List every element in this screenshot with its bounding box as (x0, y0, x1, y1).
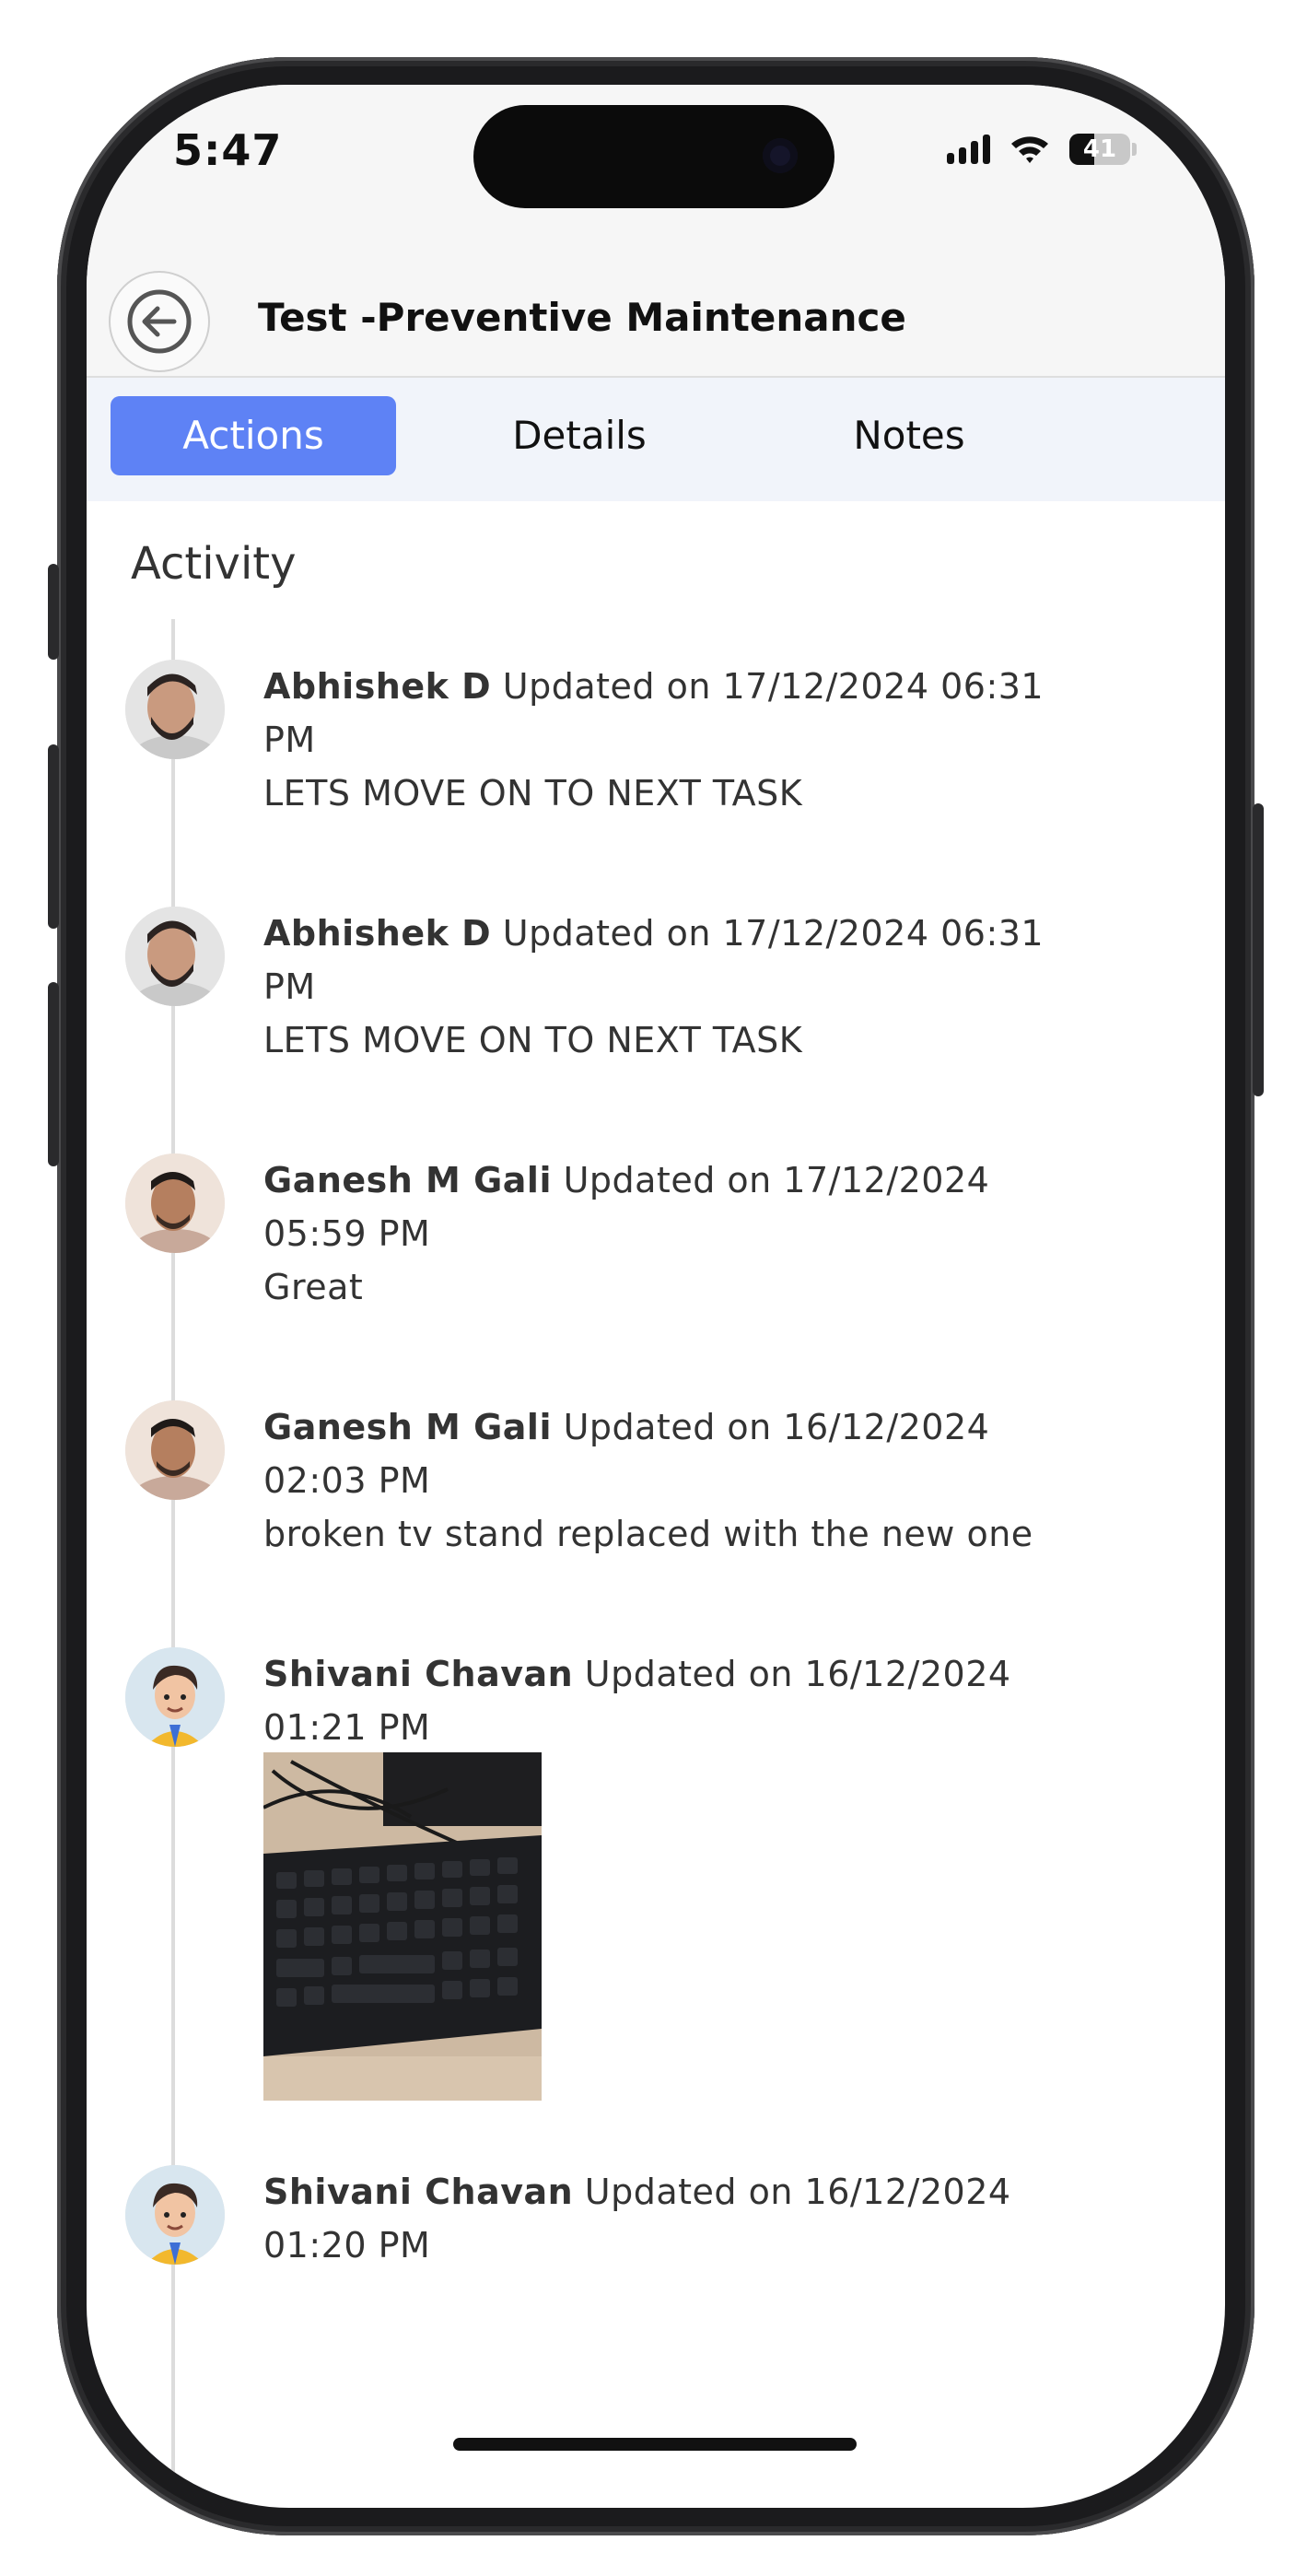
activity-date: Updated on 17/12/2024 06:31 (491, 913, 1044, 954)
attachment-image[interactable] (263, 1752, 542, 2101)
activity-date-cont: 02:03 PM (263, 1460, 431, 1501)
activity-message: Great (263, 1267, 364, 1307)
activity-author: Ganesh M Gali (263, 1160, 552, 1200)
activity-date: Updated on 16/12/2024 (573, 1654, 1011, 1694)
activity-date-cont: PM (263, 720, 316, 760)
status-bar: 5:47 41 (87, 85, 1225, 256)
activity-text: Abhishek D Updated on 17/12/2024 06:31 P… (263, 660, 1074, 820)
activity-text: Abhishek D Updated on 17/12/2024 06:31 P… (263, 907, 1074, 1067)
activity-message: LETS MOVE ON TO NEXT TASK (263, 773, 803, 814)
activity-date: Updated on 16/12/2024 (573, 2172, 1011, 2212)
avatar (125, 1647, 225, 1747)
home-indicator[interactable] (453, 2438, 857, 2451)
dynamic-island (473, 105, 834, 208)
wifi-icon (1011, 136, 1048, 163)
activity-date-cont: PM (263, 966, 316, 1007)
front-camera-icon (763, 138, 798, 173)
volume-down-button (48, 982, 59, 1166)
activity-date: Updated on 17/12/2024 (552, 1160, 990, 1200)
tab-actions[interactable]: Actions (111, 396, 396, 475)
activity-message: LETS MOVE ON TO NEXT TASK (263, 1020, 803, 1060)
activity-date-cont: 05:59 PM (263, 1213, 431, 1254)
activity-date-cont: 01:20 PM (263, 2225, 431, 2266)
activity-date-cont: 01:21 PM (263, 1707, 431, 1748)
activity-text: Ganesh M Gali Updated on 16/12/2024 02:0… (263, 1400, 1074, 1561)
activity-author: Abhishek D (263, 913, 492, 954)
keyboard-photo (263, 1752, 542, 2101)
arrow-left-circle-icon (127, 289, 192, 354)
volume-up-button (48, 744, 59, 929)
tab-notes[interactable]: Notes (766, 396, 1052, 475)
avatar (125, 1400, 225, 1500)
avatar (125, 907, 225, 1006)
avatar (125, 1153, 225, 1253)
activity-author: Shivani Chavan (263, 1654, 574, 1694)
status-icons: 41 (947, 131, 1137, 168)
activity-text: Shivani Chavan Updated on 16/12/2024 01:… (263, 1647, 1074, 1754)
page-title: Test -Preventive Maintenance (258, 295, 906, 340)
activity-author: Abhishek D (263, 666, 492, 707)
activity-date: Updated on 16/12/2024 (552, 1407, 990, 1447)
activity-text: Shivani Chavan Updated on 16/12/2024 01:… (263, 2165, 1074, 2272)
activity-text: Ganesh M Gali Updated on 17/12/2024 05:5… (263, 1153, 1074, 1314)
page-header: Test -Preventive Maintenance (87, 256, 1225, 378)
activity-author: Ganesh M Gali (263, 1407, 552, 1447)
avatar (125, 660, 225, 759)
activity-message: broken tv stand replaced with the new on… (263, 1514, 1033, 1554)
action-button (48, 564, 59, 660)
battery-icon: 41 (1069, 134, 1130, 165)
battery-tip (1132, 143, 1137, 156)
tab-bar: Actions Details Notes (87, 378, 1225, 501)
back-button[interactable] (109, 271, 210, 372)
power-button (1253, 803, 1264, 1096)
activity-title: Activity (131, 538, 297, 590)
tab-details[interactable]: Details (437, 396, 722, 475)
status-time: 5:47 (173, 125, 283, 175)
activity-date: Updated on 17/12/2024 06:31 (491, 666, 1044, 707)
cellular-signal-icon (947, 135, 990, 164)
battery-percent: 41 (1082, 135, 1117, 163)
avatar (125, 2165, 225, 2265)
activity-author: Shivani Chavan (263, 2172, 574, 2212)
app-screen: 5:47 41 Test -Preventive Maintenance Act… (87, 85, 1225, 2508)
